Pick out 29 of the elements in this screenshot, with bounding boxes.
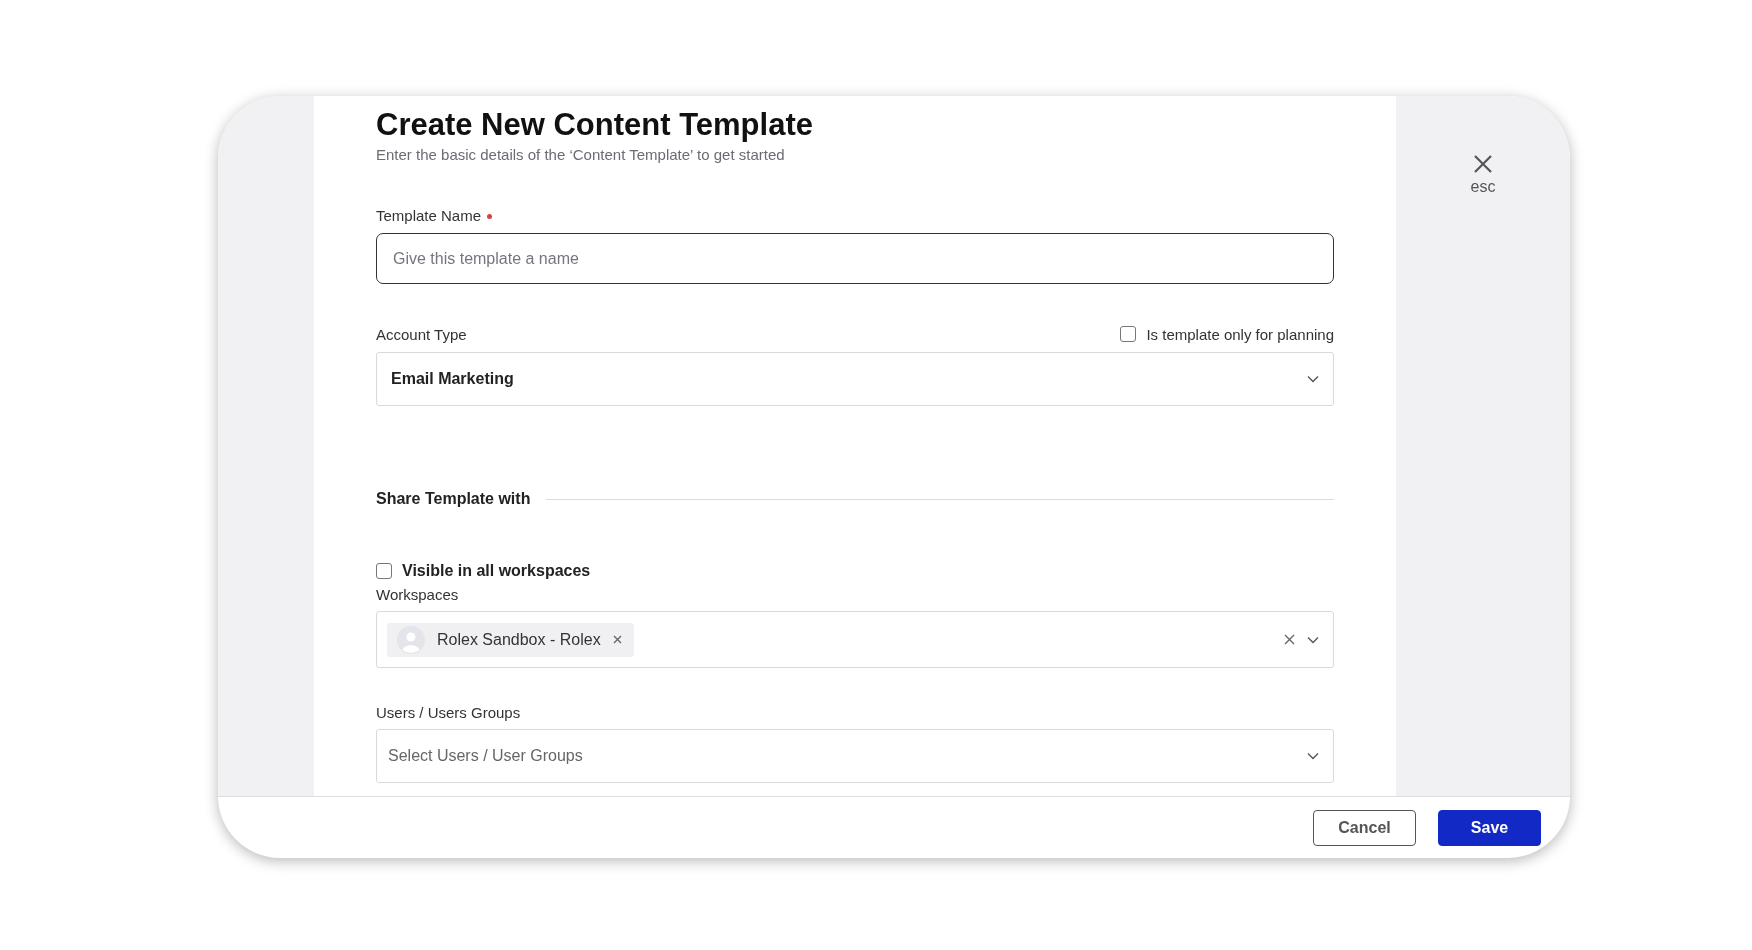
multi-select-field[interactable]: Rolex Sandbox - Rolex: [376, 611, 1334, 668]
dropdown-placeholder: Select Users / User Groups: [388, 747, 583, 765]
dropdown[interactable]: Select Users / User Groups: [376, 729, 1334, 783]
checkbox[interactable]: [376, 563, 392, 579]
clear-icon[interactable]: [1284, 634, 1295, 645]
close-icon[interactable]: [1473, 154, 1493, 174]
dropdown[interactable]: Email Marketing: [376, 352, 1334, 406]
field-label: Users / Users Groups: [376, 704, 522, 721]
dropdown-value: Email Marketing: [391, 370, 514, 388]
workspace-chip[interactable]: Rolex Sandbox - Rolex: [387, 622, 634, 657]
dialog-subtitle: Enter the basic details of the ‘Content Template’ to get started: [376, 146, 786, 163]
checkbox[interactable]: [1120, 326, 1137, 342]
user-avatar-icon: [397, 625, 425, 654]
chevron-down-icon[interactable]: [1307, 375, 1319, 383]
checkbox-label: Is template only for planning: [1146, 325, 1334, 343]
chevron-down-icon[interactable]: [1307, 635, 1319, 644]
field-label: Template Name: [376, 206, 482, 224]
remove-icon[interactable]: [612, 635, 622, 644]
save-button[interactable]: Save: [1438, 809, 1541, 846]
field-label: Workspaces: [376, 586, 460, 603]
input-field[interactable]: Give this template a name: [376, 233, 1334, 284]
field-label: Account Type: [376, 325, 467, 343]
cancel-button[interactable]: Cancel: [1313, 809, 1416, 846]
checkbox-label: Visible in all workspaces: [402, 562, 591, 580]
section-title: Share Template with: [376, 490, 531, 508]
chip-label: Rolex Sandbox - Rolex: [437, 630, 601, 649]
dialog-title: Create New Content Template: [376, 106, 814, 144]
chevron-down-icon[interactable]: [1307, 752, 1319, 760]
esc-label: esc: [1470, 178, 1496, 196]
